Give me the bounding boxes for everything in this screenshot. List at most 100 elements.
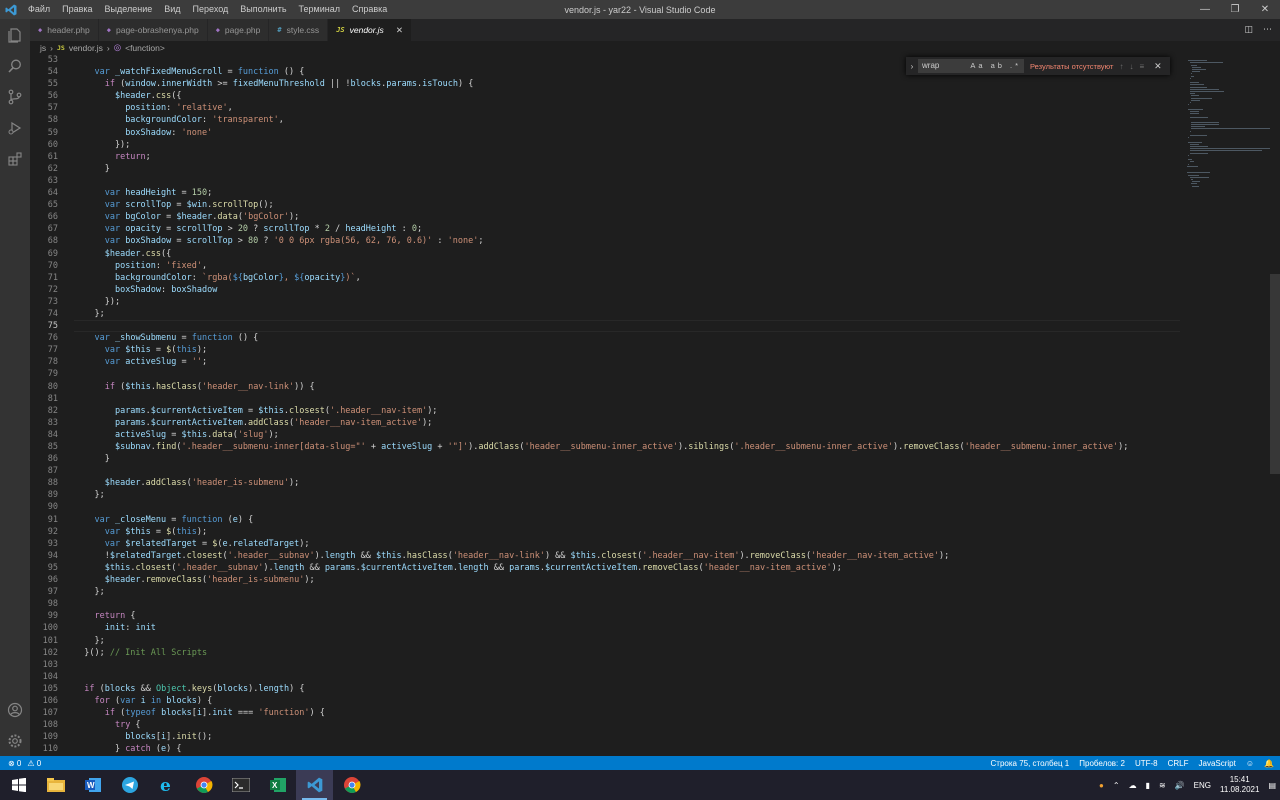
code-line[interactable]: 103	[30, 659, 1180, 671]
settings-gear-icon[interactable]	[0, 725, 30, 756]
code-line[interactable]: 61 return;	[30, 151, 1180, 163]
code-line[interactable]: 109 blocks[i].init();	[30, 731, 1180, 743]
code-line[interactable]: 71 backgroundColor: `rgba(${bgColor}, ${…	[30, 272, 1180, 284]
code-line[interactable]: 65 var scrollTop = $win.scrollTop();	[30, 199, 1180, 211]
breadcrumb-symbol[interactable]: <function>	[125, 43, 165, 53]
code-line[interactable]: 88 $header.addClass('header_is-submenu')…	[30, 477, 1180, 489]
warnings-count[interactable]: ⚠ 0	[27, 759, 41, 768]
code-line[interactable]: 95 $this.closest('.header__subnav').leng…	[30, 562, 1180, 574]
code-line[interactable]: 75	[30, 320, 1180, 333]
code-line[interactable]: 96 $header.removeClass('header_is-submen…	[30, 574, 1180, 586]
next-match-icon[interactable]: ↓	[1129, 62, 1139, 71]
account-icon[interactable]	[0, 694, 30, 725]
tray-app-icon[interactable]: ●	[1099, 781, 1104, 790]
extensions-icon[interactable]	[0, 143, 30, 174]
code-line[interactable]: 63	[30, 175, 1180, 187]
network-icon[interactable]: ≋	[1159, 781, 1166, 790]
code-line[interactable]: 56 $header.css({	[30, 90, 1180, 102]
menu-item[interactable]: Выделение	[99, 0, 159, 19]
code-line[interactable]: 69 $header.css({	[30, 248, 1180, 260]
code-line[interactable]: 59 boxShadow: 'none'	[30, 127, 1180, 139]
end-of-line[interactable]: CRLF	[1168, 759, 1189, 768]
excel-icon[interactable]: X	[259, 770, 296, 800]
code-line[interactable]: 100 init: init	[30, 622, 1180, 634]
code-line[interactable]: 84 activeSlug = $this.data('slug');	[30, 429, 1180, 441]
menu-item[interactable]: Переход	[187, 0, 235, 19]
chrome-second-icon[interactable]	[333, 770, 370, 800]
code-line[interactable]: 70 position: 'fixed',	[30, 260, 1180, 272]
run-debug-icon[interactable]	[0, 112, 30, 143]
language-mode[interactable]: JavaScript	[1199, 759, 1236, 768]
find-in-selection-icon[interactable]: ≡	[1139, 62, 1150, 71]
code-line[interactable]: 72 boxShadow: boxShadow	[30, 284, 1180, 296]
terminal-icon[interactable]	[222, 770, 259, 800]
file-explorer-icon[interactable]	[37, 770, 74, 800]
code-line[interactable]: 91 var _closeMenu = function (e) {	[30, 514, 1180, 526]
action-center-icon[interactable]: ▤	[1268, 781, 1276, 790]
code-line[interactable]: 81	[30, 393, 1180, 405]
close-tab-icon[interactable]: ✕	[396, 25, 403, 36]
notifications-bell-icon[interactable]: 🔔	[1264, 759, 1274, 768]
search-icon[interactable]	[0, 50, 30, 81]
vscode-taskbar-icon[interactable]	[296, 770, 333, 800]
clock[interactable]: 15:41 11.08.2021	[1220, 775, 1259, 795]
code-line[interactable]: 98	[30, 598, 1180, 610]
menu-item[interactable]: Справка	[346, 0, 393, 19]
menu-item[interactable]: Файл	[22, 0, 56, 19]
telegram-icon[interactable]	[111, 770, 148, 800]
code-line[interactable]: 73 });	[30, 296, 1180, 308]
tab-style-css[interactable]: # style.css	[269, 19, 329, 41]
keyboard-language[interactable]: ENG	[1194, 781, 1211, 790]
more-actions-icon[interactable]: ⋯	[1263, 24, 1272, 35]
menu-item[interactable]: Терминал	[293, 0, 346, 19]
file-encoding[interactable]: UTF-8	[1135, 759, 1158, 768]
code-line[interactable]: 76 var _showSubmenu = function () {	[30, 332, 1180, 344]
code-line[interactable]: 78 var activeSlug = '';	[30, 356, 1180, 368]
explorer-icon[interactable]	[0, 19, 30, 50]
code-line[interactable]: 66 var bgColor = $header.data('bgColor')…	[30, 211, 1180, 223]
code-line[interactable]: 87	[30, 465, 1180, 477]
code-line[interactable]: 85 $subnav.find('.header__submenu-inner[…	[30, 441, 1180, 453]
previous-match-icon[interactable]: ↑	[1119, 62, 1129, 71]
toggle-replace-chevron-icon[interactable]: ›	[906, 62, 918, 71]
menu-item[interactable]: Выполнить	[234, 0, 292, 19]
menu-item[interactable]: Правка	[56, 0, 98, 19]
code-line[interactable]: 108 try {	[30, 719, 1180, 731]
find-input[interactable]: wrap Aa ab .*	[918, 59, 1024, 73]
tab-vendor-js[interactable]: JS vendor.js ✕	[328, 19, 412, 41]
volume-icon[interactable]: 🔊	[1175, 781, 1185, 790]
code-line[interactable]: 90	[30, 501, 1180, 513]
code-line[interactable]: 80 if ($this.hasClass('header__nav-link'…	[30, 381, 1180, 393]
code-line[interactable]: 106 for (var i in blocks) {	[30, 695, 1180, 707]
errors-count[interactable]: ⊗ 0	[8, 759, 21, 768]
cursor-position[interactable]: Строка 75, столбец 1	[991, 759, 1070, 768]
code-line[interactable]: 68 var boxShadow = scrollTop > 80 ? '0 0…	[30, 235, 1180, 247]
tray-chevron-icon[interactable]: ⌃	[1113, 781, 1120, 790]
code-line[interactable]: 67 var opacity = scrollTop > 20 ? scroll…	[30, 223, 1180, 235]
source-control-icon[interactable]	[0, 81, 30, 112]
tab-page-obrashenya-php[interactable]: ◆ page-obrashenya.php	[98, 19, 208, 41]
code-line[interactable]: 86 }	[30, 453, 1180, 465]
code-line[interactable]: 60 });	[30, 139, 1180, 151]
breadcrumb-folder[interactable]: js	[40, 43, 46, 53]
code-line[interactable]: 57 position: 'relative',	[30, 102, 1180, 114]
code-line[interactable]: 101 };	[30, 635, 1180, 647]
code-line[interactable]: 64 var headHeight = 150;	[30, 187, 1180, 199]
battery-icon[interactable]: ▮	[1146, 781, 1150, 790]
split-editor-icon[interactable]: ◫	[1244, 24, 1253, 35]
code-line[interactable]: 74 };	[30, 308, 1180, 320]
feedback-icon[interactable]: ☺	[1246, 759, 1254, 768]
minimize-icon[interactable]: —	[1190, 0, 1220, 19]
find-options[interactable]: Aa ab .*	[970, 59, 1024, 73]
close-find-icon[interactable]: ✕	[1154, 61, 1162, 72]
code-editor[interactable]: 53 54 var _watchFixedMenuScroll = functio…	[30, 54, 1180, 756]
vscode-logo-icon[interactable]	[0, 0, 22, 19]
code-line[interactable]: 97 };	[30, 586, 1180, 598]
menu-item[interactable]: Вид	[158, 0, 186, 19]
tray-cloud-icon[interactable]: ☁	[1129, 781, 1137, 790]
code-line[interactable]: 93 var $relatedTarget = $(e.relatedTarge…	[30, 538, 1180, 550]
chrome-icon[interactable]	[185, 770, 222, 800]
code-line[interactable]: 104	[30, 671, 1180, 683]
restore-icon[interactable]: ❐	[1220, 0, 1250, 19]
code-line[interactable]: 79	[30, 368, 1180, 380]
